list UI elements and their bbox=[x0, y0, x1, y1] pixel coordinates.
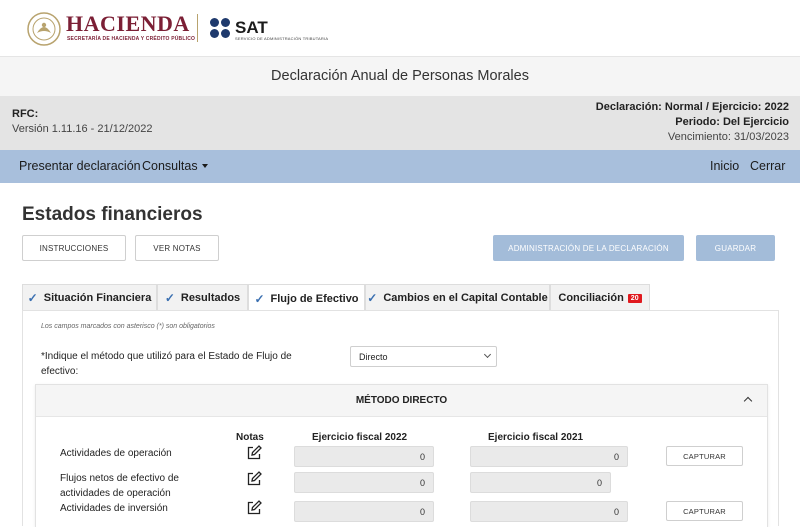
tab-label: Conciliación bbox=[558, 292, 624, 304]
hacienda-logo-title: HACIENDA bbox=[66, 11, 190, 36]
page-title: Declaración Anual de Personas Morales bbox=[271, 68, 529, 84]
sat-logo-icon bbox=[210, 18, 230, 38]
instrucciones-button[interactable]: INSTRUCCIONES bbox=[22, 235, 126, 261]
edit-note-icon[interactable] bbox=[246, 471, 262, 487]
tab-label: Flujo de Efectivo bbox=[270, 292, 359, 305]
title-bar: Declaración Anual de Personas Morales bbox=[0, 56, 800, 96]
declaration-type: Declaración: Normal / Ejercicio: 2022 bbox=[595, 101, 789, 113]
tab-cambios-capital-contable[interactable]: ✓ Cambios en el Capital Contable bbox=[365, 284, 550, 311]
check-icon: ✓ bbox=[367, 291, 378, 305]
section-title: Estados financieros bbox=[22, 204, 203, 225]
brand-header: HACIENDA SECRETARÍA DE HACIENDA Y CRÉDIT… bbox=[0, 0, 800, 56]
col-notas: Notas bbox=[236, 432, 264, 443]
edit-note-icon[interactable] bbox=[246, 445, 262, 461]
input-2022-actividades-inversion[interactable]: 0 bbox=[294, 501, 434, 522]
sat-logo-title: SAT bbox=[235, 18, 268, 37]
tab-label: Cambios en el Capital Contable bbox=[383, 292, 548, 304]
direct-method-header[interactable]: MÉTODO DIRECTO bbox=[36, 385, 767, 417]
col-ejercicio-2021: Ejercicio fiscal 2021 bbox=[488, 432, 584, 443]
tab-conciliacion[interactable]: Conciliación 20 bbox=[550, 284, 650, 311]
input-2022-flujos-netos-operacion[interactable]: 0 bbox=[294, 472, 434, 493]
tab-situacion-financiera[interactable]: ✓ Situación Financiera bbox=[22, 284, 157, 311]
chevron-down-icon bbox=[483, 350, 492, 359]
method-select-value: Directo bbox=[359, 352, 388, 362]
nav-presentar-declaracion[interactable]: Presentar declaración bbox=[19, 159, 141, 173]
mexico-coat-of-arms-icon bbox=[27, 12, 61, 46]
input-2021-actividades-inversion[interactable]: 0 bbox=[470, 501, 628, 522]
col-ejercicio-2022: Ejercicio fiscal 2022 bbox=[312, 432, 408, 443]
direct-method-title: MÉTODO DIRECTO bbox=[355, 395, 448, 406]
direct-method-panel: MÉTODO DIRECTO Notas Ejercicio fiscal 20… bbox=[35, 384, 768, 527]
nav-consultas-label: Consultas bbox=[142, 159, 198, 173]
check-icon: ✓ bbox=[254, 291, 265, 306]
rfc-label: RFC: bbox=[12, 108, 39, 120]
version-text: Versión 1.11.16 - 21/12/2022 bbox=[12, 123, 153, 135]
row-label-actividades-operacion: Actividades de operación bbox=[60, 448, 172, 459]
row-label-actividades-inversion: Actividades de inversión bbox=[60, 503, 168, 514]
method-select[interactable]: Directo bbox=[350, 346, 497, 367]
input-2021-flujos-netos-operacion[interactable]: 0 bbox=[470, 472, 611, 493]
sat-logo-subtitle: SERVICIO DE ADMINISTRACIÓN TRIBUTARIA bbox=[235, 36, 329, 41]
capturar-actividades-operacion-button[interactable]: CAPTURAR bbox=[666, 446, 743, 466]
brand-divider bbox=[197, 14, 198, 42]
edit-note-icon[interactable] bbox=[246, 500, 262, 516]
method-question-label: *Indique el método que utilizó para el E… bbox=[41, 351, 292, 377]
tab-label: Situación Financiera bbox=[43, 292, 152, 304]
input-2022-actividades-operacion[interactable]: 0 bbox=[294, 446, 434, 467]
required-note: Los campos marcados con asterisco (*) so… bbox=[41, 323, 215, 330]
due-date-text: Vencimiento: 31/03/2023 bbox=[667, 131, 789, 143]
nav-consultas[interactable]: Consultas bbox=[142, 159, 208, 173]
capturar-actividades-inversion-button[interactable]: CAPTURAR bbox=[666, 501, 743, 521]
check-icon: ✓ bbox=[164, 291, 175, 305]
input-2021-actividades-operacion[interactable]: 0 bbox=[470, 446, 628, 467]
ver-notas-button[interactable]: VER NOTAS bbox=[135, 235, 219, 261]
nav-inicio[interactable]: Inicio bbox=[710, 159, 739, 173]
caret-down-icon bbox=[201, 163, 208, 168]
nav-cerrar[interactable]: Cerrar bbox=[750, 159, 785, 173]
count-badge: 20 bbox=[627, 293, 642, 303]
period-text: Periodo: Del Ejercicio bbox=[675, 116, 789, 128]
check-icon: ✓ bbox=[27, 291, 38, 305]
main-nav: Presentar declaración Consultas Inicio C… bbox=[0, 150, 800, 183]
tab-resultados[interactable]: ✓ Resultados bbox=[157, 284, 248, 311]
tab-label: Resultados bbox=[180, 292, 241, 304]
flujo-efectivo-panel: Los campos marcados con asterisco (*) so… bbox=[22, 310, 779, 527]
guardar-button[interactable]: GUARDAR bbox=[696, 235, 775, 261]
administracion-button[interactable]: ADMINISTRACIÓN DE LA DECLARACIÓN bbox=[493, 235, 684, 261]
hacienda-logo-subtitle: SECRETARÍA DE HACIENDA Y CRÉDITO PÚBLICO bbox=[67, 36, 196, 42]
row-label-flujos-netos-operacion: Flujos netos de efectivo de actividades … bbox=[60, 473, 179, 499]
info-bar: RFC: Versión 1.11.16 - 21/12/2022 Declar… bbox=[0, 96, 800, 150]
tab-flujo-de-efectivo[interactable]: ✓ Flujo de Efectivo bbox=[248, 284, 365, 312]
